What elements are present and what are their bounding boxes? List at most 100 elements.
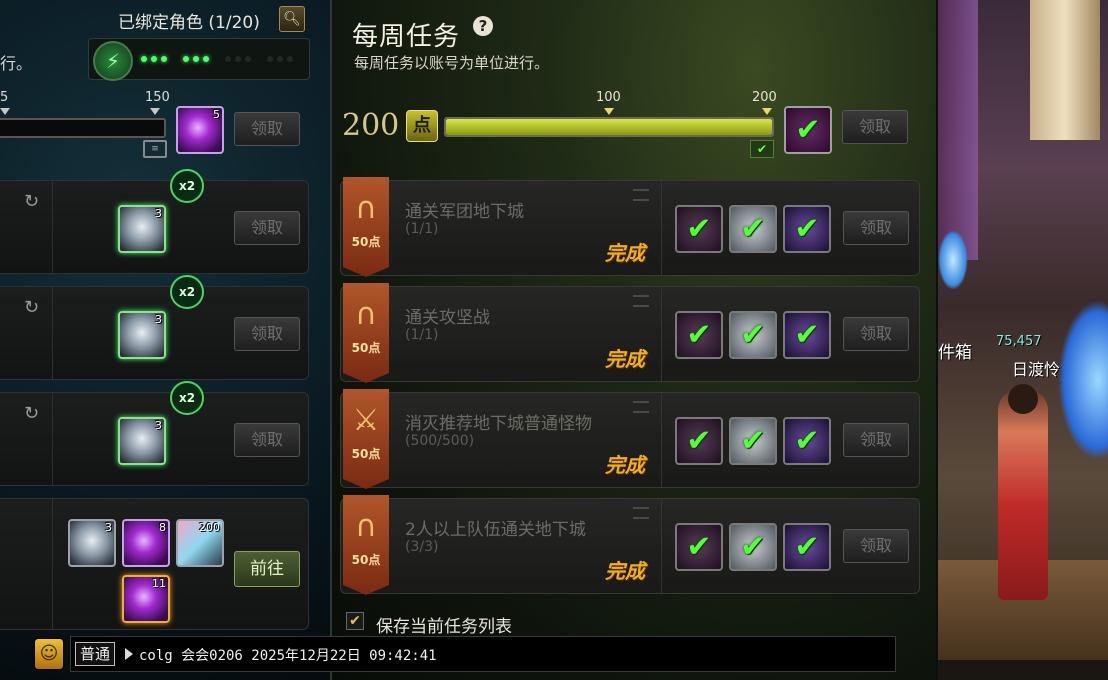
player-character[interactable] bbox=[998, 390, 1048, 600]
left-reward-row: ↻ x2 3 领取 bbox=[0, 275, 309, 380]
energy-dot bbox=[203, 56, 209, 62]
left-progress-track bbox=[0, 118, 166, 138]
task-reward-slot[interactable]: ✔ bbox=[729, 205, 777, 253]
weekly-progress-fill bbox=[446, 119, 772, 135]
scale-marker bbox=[762, 108, 772, 115]
menu-icon[interactable] bbox=[633, 401, 649, 413]
orb-slot-highlighted[interactable]: 11 bbox=[122, 575, 170, 623]
left-reward-row: ↻ x2 3 领取 bbox=[0, 169, 309, 274]
claim-button[interactable]: 领取 bbox=[843, 423, 909, 457]
energy-bar: ⚡ bbox=[88, 38, 310, 81]
task-points-banner: ∩ 50点 bbox=[343, 177, 389, 277]
task-status: 完成 bbox=[605, 241, 645, 265]
task-card: ⚔ 50点 消灭推荐地下城普通怪物 (500/500) 完成 ✔ ✔ ✔ 领取 bbox=[340, 389, 920, 489]
refresh-icon[interactable]: ↻ bbox=[24, 403, 39, 424]
refresh-icon[interactable]: ↻ bbox=[24, 297, 39, 318]
chat-emoji-icon[interactable]: ☺ bbox=[34, 638, 64, 670]
claim-button[interactable]: 领取 bbox=[843, 317, 909, 351]
weekly-title: 每周任务 bbox=[352, 22, 461, 52]
claim-button[interactable]: 领取 bbox=[843, 529, 909, 563]
task-reward-slot[interactable]: ✔ bbox=[783, 523, 831, 571]
task-reward-slot[interactable]: ✔ bbox=[729, 311, 777, 359]
double-badge: x2 bbox=[170, 169, 204, 203]
task-points: 50点 bbox=[351, 235, 381, 249]
claim-button[interactable]: 领取 bbox=[234, 112, 300, 146]
energy-dot bbox=[151, 56, 157, 62]
energy-dot bbox=[141, 56, 147, 62]
scale-marker bbox=[150, 108, 160, 115]
save-task-list-checkbox[interactable]: ✔ bbox=[346, 612, 364, 630]
task-reward-slot[interactable]: ✔ bbox=[675, 311, 723, 359]
points-icon: 点 bbox=[406, 110, 438, 142]
scale-marker bbox=[0, 108, 10, 115]
link-icon[interactable]: ≡ bbox=[143, 140, 167, 158]
item-count: 3 bbox=[105, 521, 112, 534]
task-points-banner: ∩ 50点 bbox=[343, 495, 389, 595]
orb-slot[interactable]: 8 bbox=[122, 519, 170, 567]
task-reward-slot[interactable]: ✔ bbox=[675, 417, 723, 465]
check-icon: ✔ bbox=[740, 317, 766, 353]
silver-medal-slot[interactable]: 3 bbox=[118, 417, 166, 465]
menu-icon[interactable] bbox=[633, 189, 649, 201]
arch-icon: ∩ bbox=[355, 191, 377, 226]
silver-medal-slot[interactable]: 3 bbox=[118, 205, 166, 253]
game-scene[interactable]: 件箱 75,457 日渡怜 bbox=[938, 0, 1108, 680]
left-reward-row: ↻ x2 3 领取 bbox=[0, 381, 309, 486]
task-name: 通关攻坚战 bbox=[405, 308, 490, 328]
check-icon: ✔ bbox=[686, 423, 712, 459]
menu-icon[interactable] bbox=[633, 507, 649, 519]
menu-icon[interactable] bbox=[633, 295, 649, 307]
task-points-banner: ∩ 50点 bbox=[343, 283, 389, 383]
double-badge: x2 bbox=[170, 381, 204, 415]
arch-icon: ∩ bbox=[355, 509, 377, 544]
claim-button[interactable]: 领取 bbox=[234, 317, 300, 351]
check-icon: ✔ bbox=[794, 317, 820, 353]
search-button[interactable]: 🔍︎ bbox=[279, 6, 305, 32]
task-status: 完成 bbox=[605, 347, 645, 371]
check-icon: ✔ bbox=[794, 529, 820, 565]
task-points-banner: ⚔ 50点 bbox=[343, 389, 389, 489]
task-name: 2人以上队伍通关地下城 bbox=[405, 520, 586, 540]
energy-dot bbox=[277, 56, 283, 62]
task-reward-slot[interactable]: ✔ bbox=[783, 311, 831, 359]
task-reward-slot[interactable]: ✔ bbox=[729, 523, 777, 571]
check-icon: ✔ bbox=[740, 423, 766, 459]
ticket-slot[interactable]: 200 bbox=[176, 519, 224, 567]
task-status: 完成 bbox=[605, 453, 645, 477]
help-icon[interactable]: ? bbox=[473, 16, 493, 36]
energy-dot bbox=[287, 56, 293, 62]
chat-input-text[interactable]: colg 会会0206 2025年12月22日 09:42:41 bbox=[139, 645, 437, 665]
magnifier-icon: 🔍︎ bbox=[283, 11, 301, 27]
check-icon: ✔ bbox=[740, 529, 766, 565]
portal-small bbox=[938, 230, 968, 290]
go-button[interactable]: 前往 bbox=[234, 551, 300, 587]
check-icon: ✔ bbox=[795, 112, 821, 148]
claim-button[interactable]: 领取 bbox=[843, 211, 909, 245]
silver-medal-slot[interactable]: 3 bbox=[118, 311, 166, 359]
left-description: 行。 bbox=[0, 54, 33, 73]
item-count: 200 bbox=[199, 521, 220, 534]
chat-channel-arrow-icon[interactable] bbox=[125, 648, 133, 660]
left-scale-start: 5 bbox=[0, 90, 9, 105]
chat-input-bar[interactable]: 普通 colg 会会0206 2025年12月22日 09:42:41 bbox=[70, 636, 896, 672]
refresh-icon[interactable]: ↻ bbox=[24, 191, 39, 212]
reward-orb-slot[interactable]: 5 bbox=[176, 106, 224, 154]
player-gold: 75,457 bbox=[996, 334, 1042, 349]
energy-dot bbox=[193, 56, 199, 62]
task-reward-slot[interactable]: ✔ bbox=[675, 205, 723, 253]
task-reward-slot[interactable]: ✔ bbox=[783, 417, 831, 465]
item-count: 3 bbox=[155, 207, 162, 220]
silver-medal-slot[interactable]: 3 bbox=[68, 519, 116, 567]
task-reward-slot[interactable]: ✔ bbox=[783, 205, 831, 253]
task-progress: (500/500) bbox=[405, 433, 475, 449]
claim-button[interactable]: 领取 bbox=[234, 423, 300, 457]
check-icon: ✔ bbox=[794, 423, 820, 459]
weekly-reward-slot[interactable]: ✔ bbox=[784, 106, 832, 154]
task-reward-slot[interactable]: ✔ bbox=[675, 523, 723, 571]
claim-button[interactable]: 领取 bbox=[234, 211, 300, 245]
weekly-progress-bar bbox=[444, 117, 774, 137]
chat-channel-selector[interactable]: 普通 bbox=[75, 642, 116, 666]
claim-button[interactable]: 领取 bbox=[842, 110, 908, 144]
player-head bbox=[1008, 384, 1038, 414]
task-reward-slot[interactable]: ✔ bbox=[729, 417, 777, 465]
